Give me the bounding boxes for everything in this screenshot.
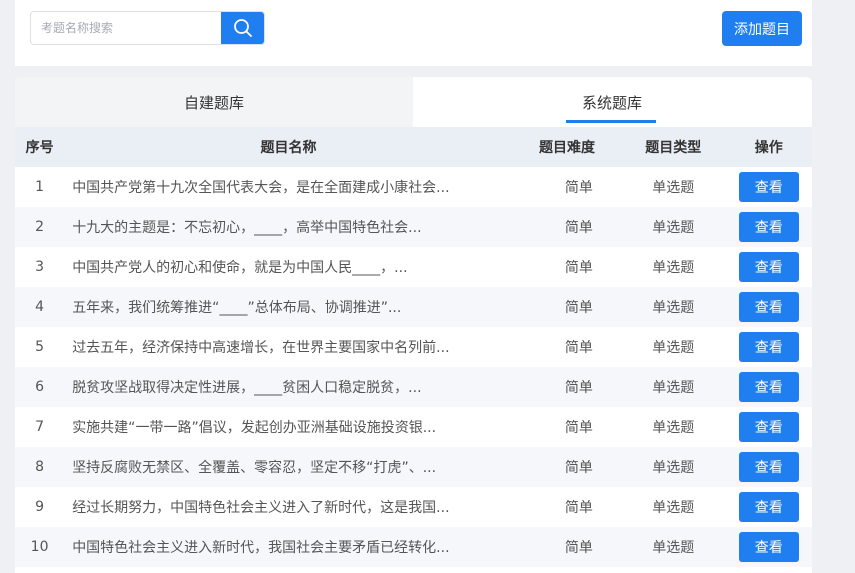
row-title: 脱贫攻坚战取得决定性进展，____贫困人口稳定脱贫，...: [72, 380, 422, 396]
table-row: 4 五年来，我们统筹推进“____”总体布局、协调推进”... 简单 单选题 查看: [15, 287, 812, 327]
row-title: 坚持反腐败无禁区、全覆盖、零容忍，坚定不移“打虎”、...: [72, 460, 437, 476]
row-num: 7: [35, 419, 45, 435]
table-row: 7 实施共建“一带一路”倡议，发起创办亚洲基础设施投资银... 简单 单选题 查看: [15, 407, 812, 447]
row-title: 实施共建“一带一路”倡议，发起创办亚洲基础设施投资银...: [72, 420, 437, 436]
row-difficulty: 简单: [564, 460, 593, 476]
row-type: 单选题: [652, 340, 695, 356]
search-box: [30, 11, 265, 45]
row-type: 单选题: [652, 260, 695, 276]
view-button[interactable]: 查看: [738, 492, 799, 522]
row-title: 十九大的主题是：不忘初心，____，高举中国特色社会...: [72, 220, 422, 236]
search-input[interactable]: [31, 12, 223, 44]
row-type: 单选题: [652, 420, 695, 436]
row-num: 1: [35, 179, 45, 195]
table-row: 10 中国特色社会主义进入新时代，我国社会主要矛盾已经转化... 简单 单选题 查看: [15, 527, 812, 567]
table-header: 序号 题目名称 题目难度 题目类型 操作: [15, 127, 812, 167]
header-difficulty: 题目难度: [539, 140, 595, 156]
row-title: 五年来，我们统筹推进“____”总体布局、协调推进”...: [72, 300, 402, 316]
question-bank-panel: 自建题库 系统题库 序号 题目名称 题目难度 题目类型 操作 1 中国共产党第十九…: [15, 77, 812, 573]
row-action: 查看: [725, 492, 812, 522]
row-difficulty: 简单: [564, 380, 593, 396]
row-type: 单选题: [652, 540, 695, 556]
view-button[interactable]: 查看: [738, 332, 799, 362]
table-row: 3 中国共产党人的初心和使命，就是为中国人民____，... 简单 单选题 查看: [15, 247, 812, 287]
row-num: 10: [30, 539, 49, 555]
row-num: 6: [35, 379, 45, 395]
active-tab-indicator: [566, 120, 656, 123]
row-action: 查看: [725, 252, 812, 282]
row-num: 8: [35, 459, 45, 475]
table-row: 2 十九大的主题是：不忘初心，____，高举中国特色社会... 简单 单选题 查看: [15, 207, 812, 247]
row-type: 单选题: [652, 300, 695, 316]
row-action: 查看: [725, 332, 812, 362]
search-button[interactable]: [221, 12, 264, 44]
table-row: 8 坚持反腐败无禁区、全覆盖、零容忍，坚定不移“打虎”、... 简单 单选题 查看: [15, 447, 812, 487]
view-button[interactable]: 查看: [738, 532, 799, 562]
row-action: 查看: [725, 412, 812, 442]
view-button[interactable]: 查看: [738, 212, 799, 242]
view-button[interactable]: 查看: [738, 372, 799, 402]
row-action: 查看: [725, 452, 812, 482]
row-num: 3: [35, 259, 45, 275]
table-row: 6 脱贫攻坚战取得决定性进展，____贫困人口稳定脱贫，... 简单 单选题 查看: [15, 367, 812, 407]
row-action: 查看: [725, 372, 812, 402]
row-title: 中国共产党人的初心和使命，就是为中国人民____，...: [72, 260, 408, 276]
view-button[interactable]: 查看: [738, 292, 799, 322]
row-difficulty: 简单: [564, 420, 593, 436]
view-button[interactable]: 查看: [738, 412, 799, 442]
row-title: 经过长期努力，中国特色社会主义进入了新时代，这是我国...: [72, 500, 450, 516]
header-title: 题目名称: [260, 140, 317, 156]
row-type: 单选题: [652, 500, 695, 516]
row-title: 中国特色社会主义进入新时代，我国社会主要矛盾已经转化...: [72, 540, 450, 556]
row-action: 查看: [725, 532, 812, 562]
top-toolbar: 添加题目: [15, 0, 812, 66]
row-type: 单选题: [652, 220, 695, 236]
tab-custom-bank[interactable]: 自建题库: [15, 77, 413, 127]
row-title: 过去五年，经济保持中高速增长，在世界主要国家中名列前...: [72, 340, 450, 356]
row-type: 单选题: [652, 180, 695, 196]
question-table: 序号 题目名称 题目难度 题目类型 操作 1 中国共产党第十九次全国代表大会，是在…: [15, 127, 812, 567]
search-icon: [234, 19, 252, 37]
row-action: 查看: [725, 292, 812, 322]
row-action: 查看: [725, 212, 812, 242]
row-difficulty: 简单: [564, 180, 593, 196]
tab-bar: 自建题库 系统题库: [15, 77, 812, 127]
row-num: 9: [35, 499, 45, 515]
row-title: 中国共产党第十九次全国代表大会，是在全面建成小康社会...: [72, 180, 450, 196]
row-difficulty: 简单: [564, 220, 593, 236]
row-difficulty: 简单: [564, 300, 593, 316]
table-row: 5 过去五年，经济保持中高速增长，在世界主要国家中名列前... 简单 单选题 查看: [15, 327, 812, 367]
row-action: 查看: [725, 172, 812, 202]
row-type: 单选题: [652, 380, 695, 396]
row-num: 5: [35, 339, 45, 355]
view-button[interactable]: 查看: [738, 452, 799, 482]
row-type: 单选题: [652, 460, 695, 476]
row-num: 2: [35, 219, 45, 235]
table-row: 1 中国共产党第十九次全国代表大会，是在全面建成小康社会... 简单 单选题 查看: [15, 167, 812, 207]
row-num: 4: [35, 299, 45, 315]
row-difficulty: 简单: [564, 340, 593, 356]
table-body: 1 中国共产党第十九次全国代表大会，是在全面建成小康社会... 简单 单选题 查看 2 十九…: [15, 167, 812, 567]
view-button[interactable]: 查看: [738, 172, 799, 202]
table-row: 9 经过长期努力，中国特色社会主义进入了新时代，这是我国... 简单 单选题 查看: [15, 487, 812, 527]
header-type: 题目类型: [645, 140, 702, 156]
row-difficulty: 简单: [564, 540, 593, 556]
row-difficulty: 简单: [564, 500, 593, 516]
add-question-button[interactable]: 添加题目: [722, 11, 802, 46]
row-difficulty: 简单: [564, 260, 593, 276]
header-num: 序号: [25, 140, 54, 156]
header-action: 操作: [754, 140, 783, 156]
view-button[interactable]: 查看: [738, 252, 799, 282]
